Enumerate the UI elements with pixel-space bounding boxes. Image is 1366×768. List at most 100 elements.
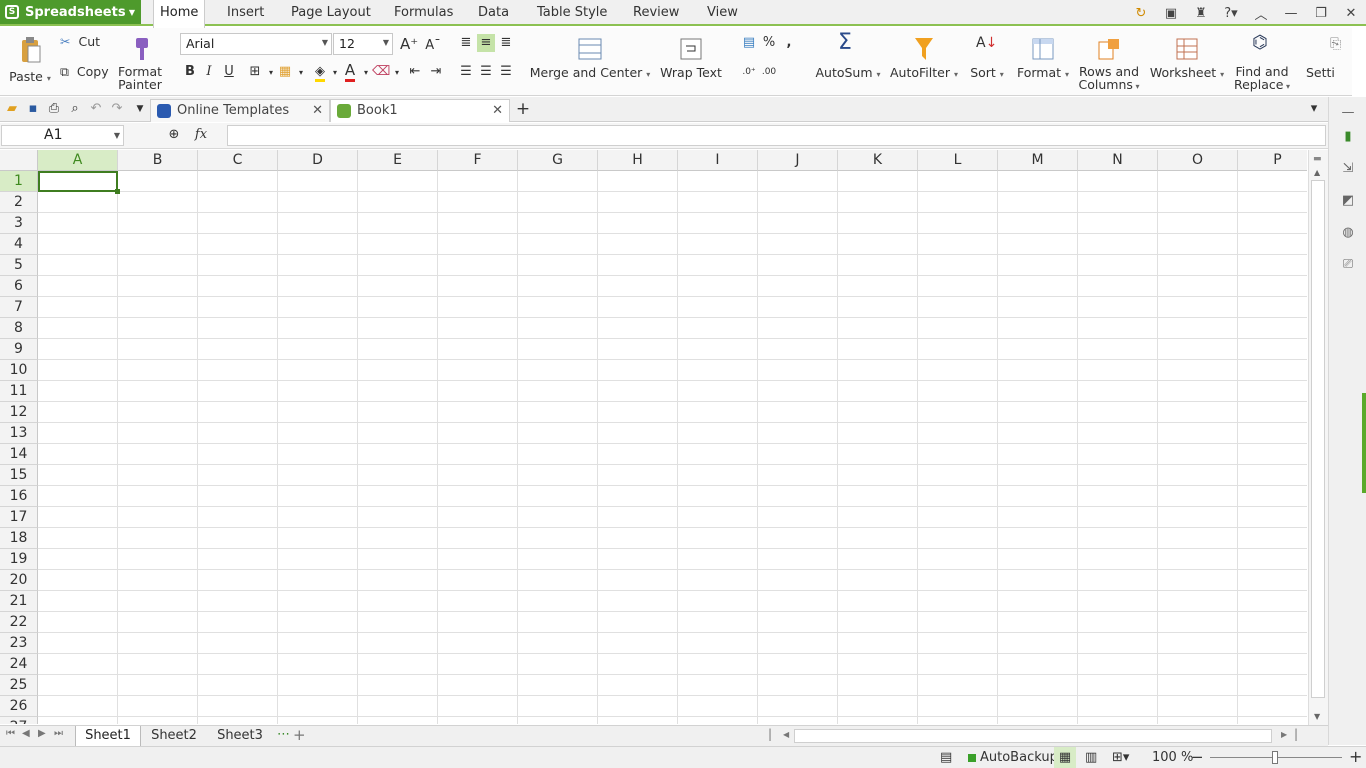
row-header-21[interactable]: 21 — [0, 591, 38, 612]
sync-icon[interactable]: ↻ — [1126, 6, 1156, 21]
increase-font-icon[interactable]: A⁺ — [400, 35, 418, 53]
sheet-tab-1[interactable]: Sheet1 — [75, 726, 141, 747]
vertical-scrollbar[interactable]: ▬ ▲ ▼ — [1308, 150, 1328, 725]
prev-sheet-icon[interactable]: ◀ — [22, 728, 30, 739]
autofilter-button[interactable]: AutoFilter — [888, 32, 960, 81]
row-header-2[interactable]: 2 — [0, 192, 38, 213]
autosum-button[interactable]: Σ AutoSum — [814, 32, 882, 81]
column-header-f[interactable]: F — [438, 150, 518, 171]
tab-book1[interactable]: Book1 ✕ — [330, 99, 510, 122]
menu-page-layout[interactable]: Page Layout — [285, 0, 377, 26]
select-icon[interactable]: ◩ — [1339, 193, 1357, 211]
print-preview-icon[interactable]: ⌕ — [66, 100, 84, 118]
rows-columns-button[interactable]: Rows and Columns — [1076, 32, 1142, 93]
scroll-right-icon[interactable]: ▶ — [1281, 730, 1287, 739]
menu-data[interactable]: Data — [472, 0, 515, 26]
autobackup-label[interactable]: AutoBackup — [980, 750, 1058, 765]
menu-review[interactable]: Review — [627, 0, 685, 26]
scroll-down-icon[interactable]: ▼ — [1314, 712, 1320, 721]
undo-icon[interactable]: ↶ — [87, 100, 105, 118]
decrease-font-icon[interactable]: Aˉ — [424, 37, 442, 55]
sheet-tab-3[interactable]: Sheet3 — [207, 726, 273, 747]
number-format-icon[interactable]: ▤ — [740, 34, 758, 52]
align-bottom-icon[interactable]: ≣ — [497, 34, 515, 52]
column-header-p[interactable]: P — [1238, 150, 1307, 171]
merge-center-button[interactable]: Merge and Center — [528, 32, 652, 81]
copy-button[interactable]: ⧉ Copy — [60, 65, 109, 78]
row-header-18[interactable]: 18 — [0, 528, 38, 549]
decrease-decimal-icon[interactable]: .00 — [760, 63, 778, 81]
insert-function-button[interactable]: fx — [192, 126, 210, 144]
align-middle-icon[interactable]: ≡ — [477, 34, 495, 52]
normal-view-icon[interactable]: ▦ — [1054, 747, 1076, 768]
tablet-icon[interactable]: ▣ — [1156, 6, 1186, 21]
zoom-out-icon[interactable]: − — [1191, 748, 1204, 766]
close-icon[interactable]: ✕ — [492, 103, 503, 118]
sheet-tab-2[interactable]: Sheet2 — [141, 726, 207, 747]
page-break-view-icon[interactable]: ▥ — [1085, 750, 1097, 765]
row-header-14[interactable]: 14 — [0, 444, 38, 465]
menu-table-style[interactable]: Table Style — [531, 0, 613, 26]
row-header-1[interactable]: 1 — [0, 171, 38, 192]
font-name-select[interactable]: Arial ▼ — [180, 33, 332, 55]
select-all-corner[interactable] — [0, 150, 38, 171]
row-header-12[interactable]: 12 — [0, 402, 38, 423]
row-header-10[interactable]: 10 — [0, 360, 38, 381]
zoom-formula-icon[interactable]: ⊕ — [165, 126, 183, 144]
find-replace-button[interactable]: ⌬ Find and Replace — [1230, 32, 1294, 93]
tab-online-templates[interactable]: Online Templates ✕ — [150, 99, 330, 122]
column-header-a[interactable]: A — [38, 150, 118, 171]
new-document-icon[interactable]: ▮ — [1339, 129, 1357, 147]
align-left-icon[interactable]: ☰ — [457, 63, 475, 81]
decrease-indent-icon[interactable]: ⇤ — [406, 63, 424, 81]
row-header-19[interactable]: 19 — [0, 549, 38, 570]
zoom-level[interactable]: 100 % — [1152, 750, 1193, 765]
row-header-25[interactable]: 25 — [0, 675, 38, 696]
save-status-icon[interactable]: ▤ — [940, 750, 952, 765]
new-tab-icon[interactable]: + — [514, 100, 532, 118]
row-header-3[interactable]: 3 — [0, 213, 38, 234]
row-header-17[interactable]: 17 — [0, 507, 38, 528]
row-header-9[interactable]: 9 — [0, 339, 38, 360]
row-header-20[interactable]: 20 — [0, 570, 38, 591]
name-box[interactable]: A1 ▼ — [1, 125, 124, 146]
chevron-down-icon[interactable]: ▾ — [292, 64, 310, 82]
row-header-11[interactable]: 11 — [0, 381, 38, 402]
comma-button[interactable]: , — [780, 34, 798, 52]
font-size-select[interactable]: 12 ▼ — [333, 33, 393, 55]
menu-view[interactable]: View — [701, 0, 744, 26]
split-icon[interactable]: ▬ — [1313, 154, 1322, 164]
skin-icon[interactable]: ♜ — [1186, 6, 1216, 21]
splitter-icon[interactable]: | — [1294, 727, 1298, 741]
collapse-panel-icon[interactable]: — — [1339, 105, 1357, 123]
column-header-n[interactable]: N — [1078, 150, 1158, 171]
formula-input[interactable] — [227, 125, 1326, 146]
splitter-icon[interactable]: | — [768, 727, 772, 741]
horizontal-scroll-thumb[interactable] — [794, 729, 1272, 743]
column-header-i[interactable]: I — [678, 150, 758, 171]
scroll-left-icon[interactable]: ◀ — [783, 730, 789, 739]
row-header-7[interactable]: 7 — [0, 297, 38, 318]
format-button[interactable]: Format — [1014, 32, 1072, 81]
paste-button[interactable]: Paste — [8, 32, 52, 83]
bold-icon[interactable]: B — [181, 63, 199, 81]
column-header-o[interactable]: O — [1158, 150, 1238, 171]
next-sheet-icon[interactable]: ▶ — [38, 728, 46, 739]
reading-mode-icon[interactable]: ⊞▾ — [1112, 750, 1129, 765]
italic-icon[interactable]: I — [200, 63, 218, 81]
wrap-text-button[interactable]: Wrap Text — [656, 32, 726, 79]
active-cell[interactable] — [38, 171, 120, 194]
close-icon[interactable]: ✕ — [1336, 6, 1366, 21]
column-header-j[interactable]: J — [758, 150, 838, 171]
sort-button[interactable]: A↓ Sort — [966, 32, 1008, 81]
app-menu-button[interactable]: S Spreadsheets ▼ — [0, 0, 141, 24]
row-header-24[interactable]: 24 — [0, 654, 38, 675]
worksheet-button[interactable]: Worksheet — [1148, 32, 1226, 81]
customize-toolbar-icon[interactable]: ▼ — [131, 100, 149, 118]
settings-button[interactable]: ⎘ Setti — [1306, 32, 1352, 79]
row-header-13[interactable]: 13 — [0, 423, 38, 444]
last-sheet-icon[interactable]: ⏭ — [54, 728, 63, 739]
chevron-down-icon[interactable]: ▾ — [388, 64, 406, 82]
row-header-5[interactable]: 5 — [0, 255, 38, 276]
first-sheet-icon[interactable]: ⏮ — [6, 728, 15, 739]
